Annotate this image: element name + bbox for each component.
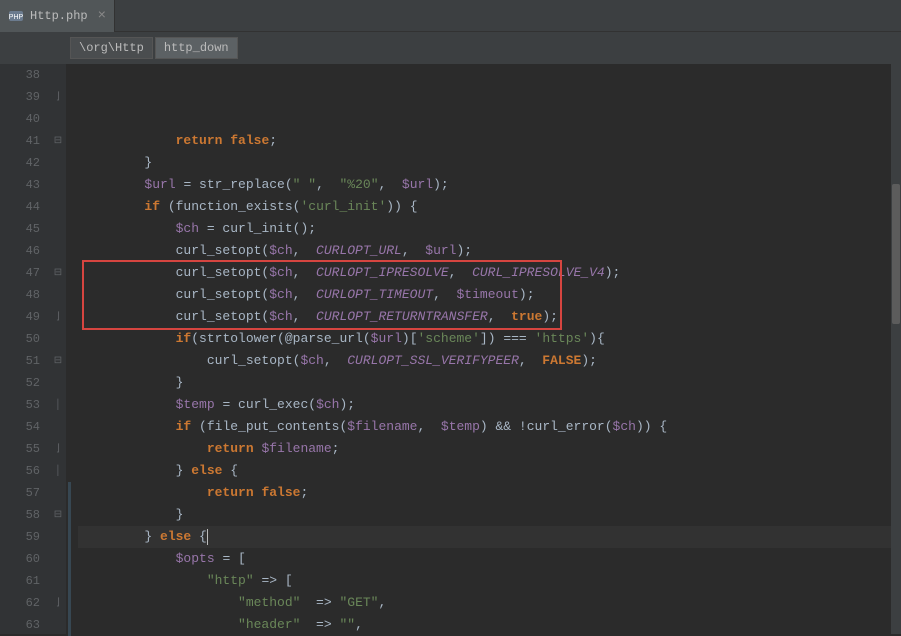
code-area[interactable]: return false; } $url = str_replace(" ", …	[78, 64, 901, 634]
code-line[interactable]: $ch = curl_init();	[78, 218, 901, 240]
vertical-scrollbar[interactable]	[891, 64, 901, 634]
line-number: 45	[0, 218, 40, 240]
code-line[interactable]: curl_setopt($ch, CURLOPT_TIMEOUT, $timeo…	[78, 284, 901, 306]
line-number: 46	[0, 240, 40, 262]
code-line[interactable]: curl_setopt($ch, CURLOPT_URL, $url);	[78, 240, 901, 262]
fold-marker[interactable]	[50, 526, 66, 548]
code-line[interactable]: return false;	[78, 130, 901, 152]
line-number: 39	[0, 86, 40, 108]
code-line[interactable]: curl_setopt($ch, CURLOPT_RETURNTRANSFER,…	[78, 306, 901, 328]
line-number: 57	[0, 482, 40, 504]
line-number: 43	[0, 174, 40, 196]
code-line[interactable]: }	[78, 372, 901, 394]
code-line[interactable]: } else {	[78, 526, 901, 548]
svg-text:PHP: PHP	[9, 14, 24, 21]
fold-marker[interactable]	[50, 548, 66, 570]
php-file-icon: PHP	[8, 8, 24, 24]
line-number: 55	[0, 438, 40, 460]
editor-tab[interactable]: PHP Http.php ×	[0, 0, 115, 32]
code-line[interactable]: if(strtolower(@parse_url($url)['scheme']…	[78, 328, 901, 350]
code-line[interactable]: $temp = curl_exec($ch);	[78, 394, 901, 416]
fold-marker[interactable]: ⊟	[50, 262, 66, 284]
fold-marker[interactable]	[50, 416, 66, 438]
line-number: 53	[0, 394, 40, 416]
line-number: 58	[0, 504, 40, 526]
line-number: 54	[0, 416, 40, 438]
fold-marker[interactable]	[50, 108, 66, 130]
code-line[interactable]: curl_setopt($ch, CURLOPT_IPRESOLVE, CURL…	[78, 262, 901, 284]
fold-marker[interactable]	[50, 240, 66, 262]
fold-marker[interactable]	[50, 152, 66, 174]
text-caret	[207, 529, 208, 545]
fold-marker[interactable]: │	[50, 394, 66, 416]
line-number: 42	[0, 152, 40, 174]
fold-marker[interactable]	[50, 328, 66, 350]
line-number: 48	[0, 284, 40, 306]
line-number: 59	[0, 526, 40, 548]
fold-marker[interactable]: ⊟	[50, 504, 66, 526]
fold-column[interactable]: ⌋⊟⊟⌋⊟│⌋│⊟⌋	[50, 64, 66, 634]
fold-marker[interactable]: ⌋	[50, 592, 66, 614]
code-line[interactable]: return false;	[78, 482, 901, 504]
fold-marker[interactable]	[50, 614, 66, 636]
line-number: 41	[0, 130, 40, 152]
code-line[interactable]: return $filename;	[78, 438, 901, 460]
change-margin	[66, 64, 78, 634]
scrollbar-thumb[interactable]	[892, 184, 900, 324]
fold-marker[interactable]: │	[50, 460, 66, 482]
line-number: 63	[0, 614, 40, 636]
line-number: 50	[0, 328, 40, 350]
line-number-gutter: 3839404142434445464748495051525354555657…	[0, 64, 50, 634]
tab-filename: Http.php	[30, 9, 88, 23]
fold-marker[interactable]	[50, 570, 66, 592]
code-line[interactable]: $url = str_replace(" ", "%20", $url);	[78, 174, 901, 196]
fold-marker[interactable]: ⌋	[50, 306, 66, 328]
fold-marker[interactable]: ⌋	[50, 86, 66, 108]
code-line[interactable]: }	[78, 504, 901, 526]
breadcrumb-bar: \org\Http http_down	[0, 32, 901, 64]
line-number: 60	[0, 548, 40, 570]
line-number: 61	[0, 570, 40, 592]
code-line[interactable]: if (function_exists('curl_init')) {	[78, 196, 901, 218]
line-number: 52	[0, 372, 40, 394]
line-number: 56	[0, 460, 40, 482]
close-icon[interactable]: ×	[98, 8, 106, 24]
line-number: 62	[0, 592, 40, 614]
fold-marker[interactable]	[50, 284, 66, 306]
fold-marker[interactable]: ⊟	[50, 350, 66, 372]
fold-marker[interactable]	[50, 196, 66, 218]
code-line[interactable]: "method" => "GET",	[78, 592, 901, 614]
code-line[interactable]: $opts = [	[78, 548, 901, 570]
fold-marker[interactable]	[50, 174, 66, 196]
fold-marker[interactable]	[50, 64, 66, 86]
line-number: 40	[0, 108, 40, 130]
tab-bar: PHP Http.php ×	[0, 0, 901, 32]
line-number: 47	[0, 262, 40, 284]
code-line[interactable]: }	[78, 152, 901, 174]
code-line[interactable]: if (file_put_contents($filename, $temp) …	[78, 416, 901, 438]
code-line[interactable]: "header" => "",	[78, 614, 901, 634]
line-number: 51	[0, 350, 40, 372]
code-line[interactable]: "http" => [	[78, 570, 901, 592]
fold-marker[interactable]: ⊟	[50, 130, 66, 152]
fold-marker[interactable]	[50, 372, 66, 394]
line-number: 49	[0, 306, 40, 328]
fold-marker[interactable]	[50, 218, 66, 240]
fold-marker[interactable]: ⌋	[50, 438, 66, 460]
code-line[interactable]: curl_setopt($ch, CURLOPT_SSL_VERIFYPEER,…	[78, 350, 901, 372]
breadcrumb-namespace[interactable]: \org\Http	[70, 37, 153, 59]
line-number: 38	[0, 64, 40, 86]
fold-marker[interactable]	[50, 482, 66, 504]
line-number: 44	[0, 196, 40, 218]
code-editor[interactable]: 3839404142434445464748495051525354555657…	[0, 64, 901, 634]
breadcrumb-method[interactable]: http_down	[155, 37, 238, 59]
change-marker	[68, 482, 71, 636]
code-line[interactable]: } else {	[78, 460, 901, 482]
